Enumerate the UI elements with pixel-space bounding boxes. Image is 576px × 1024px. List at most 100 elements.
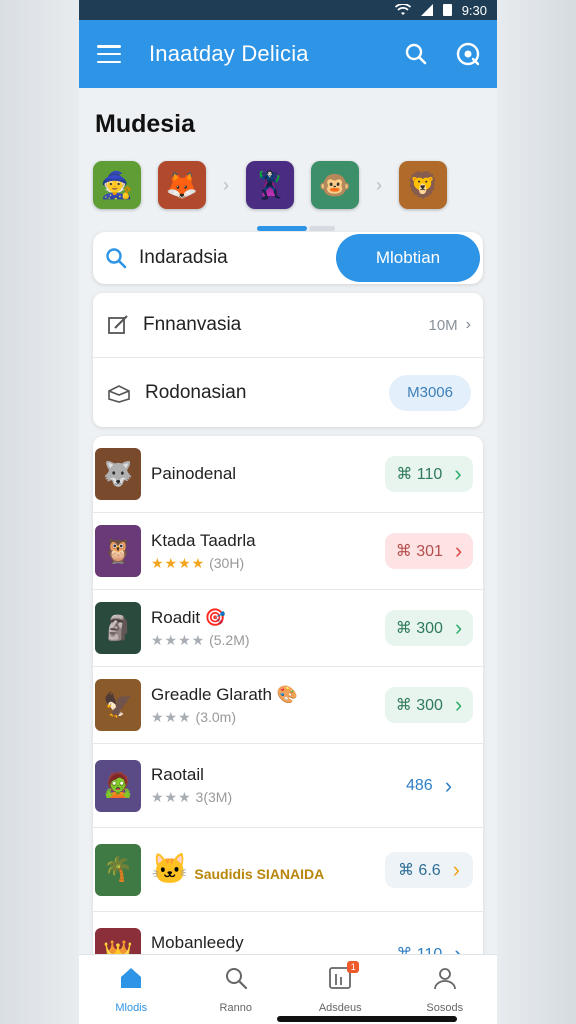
- option-badge: M3006: [389, 374, 471, 411]
- help-icon[interactable]: [455, 41, 481, 67]
- games-list: 🐺 Painodenal ⌘ 110 › 🦉 Ktada Taadrla ★★★★ (30H…: [93, 436, 483, 996]
- chevron-right-icon: ›: [452, 856, 460, 882]
- carousel-indicator: [257, 226, 307, 231]
- wifi-icon: [394, 4, 411, 15]
- chevron-right-icon: ›: [465, 316, 471, 333]
- home-icon: [121, 968, 142, 988]
- price-button[interactable]: ⌘ 6.6 ›: [385, 851, 473, 888]
- game-name: Mobanleedy: [151, 933, 244, 952]
- game-name: Painodenal: [151, 464, 237, 483]
- nav-item-sosods[interactable]: Sosods: [393, 955, 498, 1024]
- notification-badge: 1: [347, 961, 360, 973]
- nav-label: Adsdeus: [318, 1002, 362, 1014]
- menu-icon[interactable]: [97, 45, 121, 63]
- option-label: Fnnanvasia: [143, 314, 242, 335]
- game-name: Raotail: [151, 765, 204, 784]
- game-info: Greadle Glarath 🎨 ★★★ (3.0m): [151, 685, 385, 726]
- status-bar: 9:30: [79, 0, 497, 20]
- nav-label: Ranno: [219, 1002, 252, 1014]
- price-value: ⌘ 300: [395, 620, 443, 637]
- option-value: 10M: [428, 316, 458, 334]
- rating-stars: ★★★★: [151, 554, 206, 571]
- price-button[interactable]: ⌘ 301 ›: [385, 533, 473, 569]
- nav-label: Sosods: [426, 1002, 464, 1014]
- section-title: Mudesia: [95, 110, 196, 138]
- game-info: Painodenal: [151, 464, 385, 484]
- game-name: Roadit 🎯: [151, 607, 227, 627]
- rating-count: 3(3M): [191, 789, 233, 805]
- edit-icon: [108, 315, 128, 334]
- chevron-right-icon: ›: [454, 615, 463, 640]
- search-bar[interactable]: Indaradsia Mlobtian: [93, 232, 483, 284]
- price-value: ⌘ 110: [396, 466, 443, 483]
- price-button[interactable]: ⌘ 110 ›: [385, 456, 473, 492]
- app-title: Inaatday Delicia: [149, 41, 309, 66]
- price-value: ⌘ 6.6: [397, 861, 441, 879]
- nav-icon-wrap: [432, 965, 458, 996]
- game-carousel[interactable]: 🧙 🦊 › 🦹 🐵 › 🦁: [79, 154, 497, 231]
- game-icon: 🦉: [95, 525, 141, 577]
- carousel-game-thumb[interactable]: 🐵: [311, 161, 359, 209]
- search-icon: [106, 248, 127, 269]
- options-card: Fnnanvasia 10M › Rodonasian M3006: [93, 293, 483, 427]
- game-rating: ★★★★ (30H): [151, 555, 385, 572]
- nav-item-mlodis[interactable]: Mlodis: [79, 955, 184, 1024]
- search-icon: [225, 968, 247, 990]
- price-button[interactable]: 486 ›: [385, 768, 473, 804]
- app-bar: Inaatday Delicia: [79, 20, 497, 88]
- game-icon: 🦅: [95, 679, 141, 731]
- nav-item-adsdeus[interactable]: 1 Adsdeus: [288, 955, 393, 1024]
- nav-icon-wrap: [118, 965, 144, 996]
- rating-count: (5.2M): [205, 631, 250, 648]
- search-button[interactable]: Mlobtian: [336, 234, 480, 282]
- carousel-game-thumb[interactable]: 🦹: [246, 161, 294, 209]
- game-rating: ★★★★ (5.2M): [151, 632, 385, 649]
- game-icon: 🗿: [95, 602, 141, 654]
- option-label: Rodonasian: [145, 381, 247, 403]
- rating-stars: ★★★★: [151, 631, 206, 648]
- chevron-right-icon: ›: [444, 772, 453, 798]
- game-list-item[interactable]: 🗿 Roadit 🎯 ★★★★ (5.2M) ⌘ 300 ›: [93, 590, 483, 667]
- chevron-right-icon: ›: [454, 692, 463, 717]
- carousel-game-thumb[interactable]: 🧙: [93, 161, 141, 209]
- search-input[interactable]: Indaradsia: [139, 247, 336, 269]
- game-icon: 🐺: [95, 448, 141, 500]
- nav-label: Mlodis: [115, 1002, 148, 1014]
- rating-count: (30H): [205, 554, 245, 571]
- game-list-item[interactable]: 🦉 Ktada Taadrla ★★★★ (30H) ⌘ 301 ›: [93, 513, 483, 590]
- chevron-right-icon: ›: [454, 538, 463, 563]
- game-list-item[interactable]: 🌴 🐱 Saudidis SIANAIDA ⌘ 6.6 ›: [93, 828, 483, 912]
- game-list-item[interactable]: 🧟 Raotail ★★★ 3(3M) 486 ›: [93, 744, 483, 828]
- game-rating: ★★★ (3.0m): [151, 709, 385, 726]
- phone-screen: 9:30 Inaatday Delicia Mudesia 🧙 🦊 › 🦹 🐵 › 🦁 In…: [79, 0, 497, 1024]
- game-info: 🐱 Saudidis SIANAIDA: [151, 852, 385, 887]
- price-value: 486: [405, 776, 433, 794]
- nav-icon-wrap: 1: [327, 961, 360, 996]
- rating-stars: ★★★: [151, 789, 192, 805]
- game-info: Ktada Taadrla ★★★★ (30H): [151, 531, 385, 572]
- game-list-item[interactable]: 🐺 Painodenal ⌘ 110 ›: [93, 436, 483, 513]
- price-button[interactable]: ⌘ 300 ›: [385, 687, 473, 723]
- rating-stars: ★★★: [151, 708, 192, 725]
- nav-icon-wrap: [223, 965, 249, 996]
- game-name-text: Saudidis SIANAIDA: [194, 866, 325, 882]
- game-icon: 🧟: [95, 759, 141, 812]
- status-time: 9:30: [461, 2, 487, 18]
- profile-icon: [433, 968, 456, 990]
- option-row-fnnanvasia[interactable]: Fnnanvasia 10M ›: [93, 293, 483, 357]
- battery-icon: [442, 4, 452, 16]
- chevron-right-icon: ›: [223, 174, 229, 195]
- game-info: Raotail ★★★ 3(3M): [151, 765, 385, 806]
- game-info: Roadit 🎯 ★★★★ (5.2M): [151, 608, 385, 649]
- carousel-game-thumb[interactable]: 🦁: [399, 161, 447, 209]
- search-icon[interactable]: [403, 41, 429, 67]
- game-icon: 🌴: [95, 843, 141, 896]
- option-row-rodonasian[interactable]: Rodonasian M3006: [93, 357, 483, 427]
- carousel-game-thumb[interactable]: 🦊: [158, 161, 206, 209]
- chevron-right-icon: ›: [376, 174, 382, 195]
- price-button[interactable]: ⌘ 300 ›: [385, 610, 473, 646]
- game-list-item[interactable]: 🦅 Greadle Glarath 🎨 ★★★ (3.0m) ⌘ 300 ›: [93, 667, 483, 744]
- box-icon: [108, 384, 130, 403]
- carousel-track: [309, 226, 335, 231]
- nav-item-ranno[interactable]: Ranno: [184, 955, 289, 1024]
